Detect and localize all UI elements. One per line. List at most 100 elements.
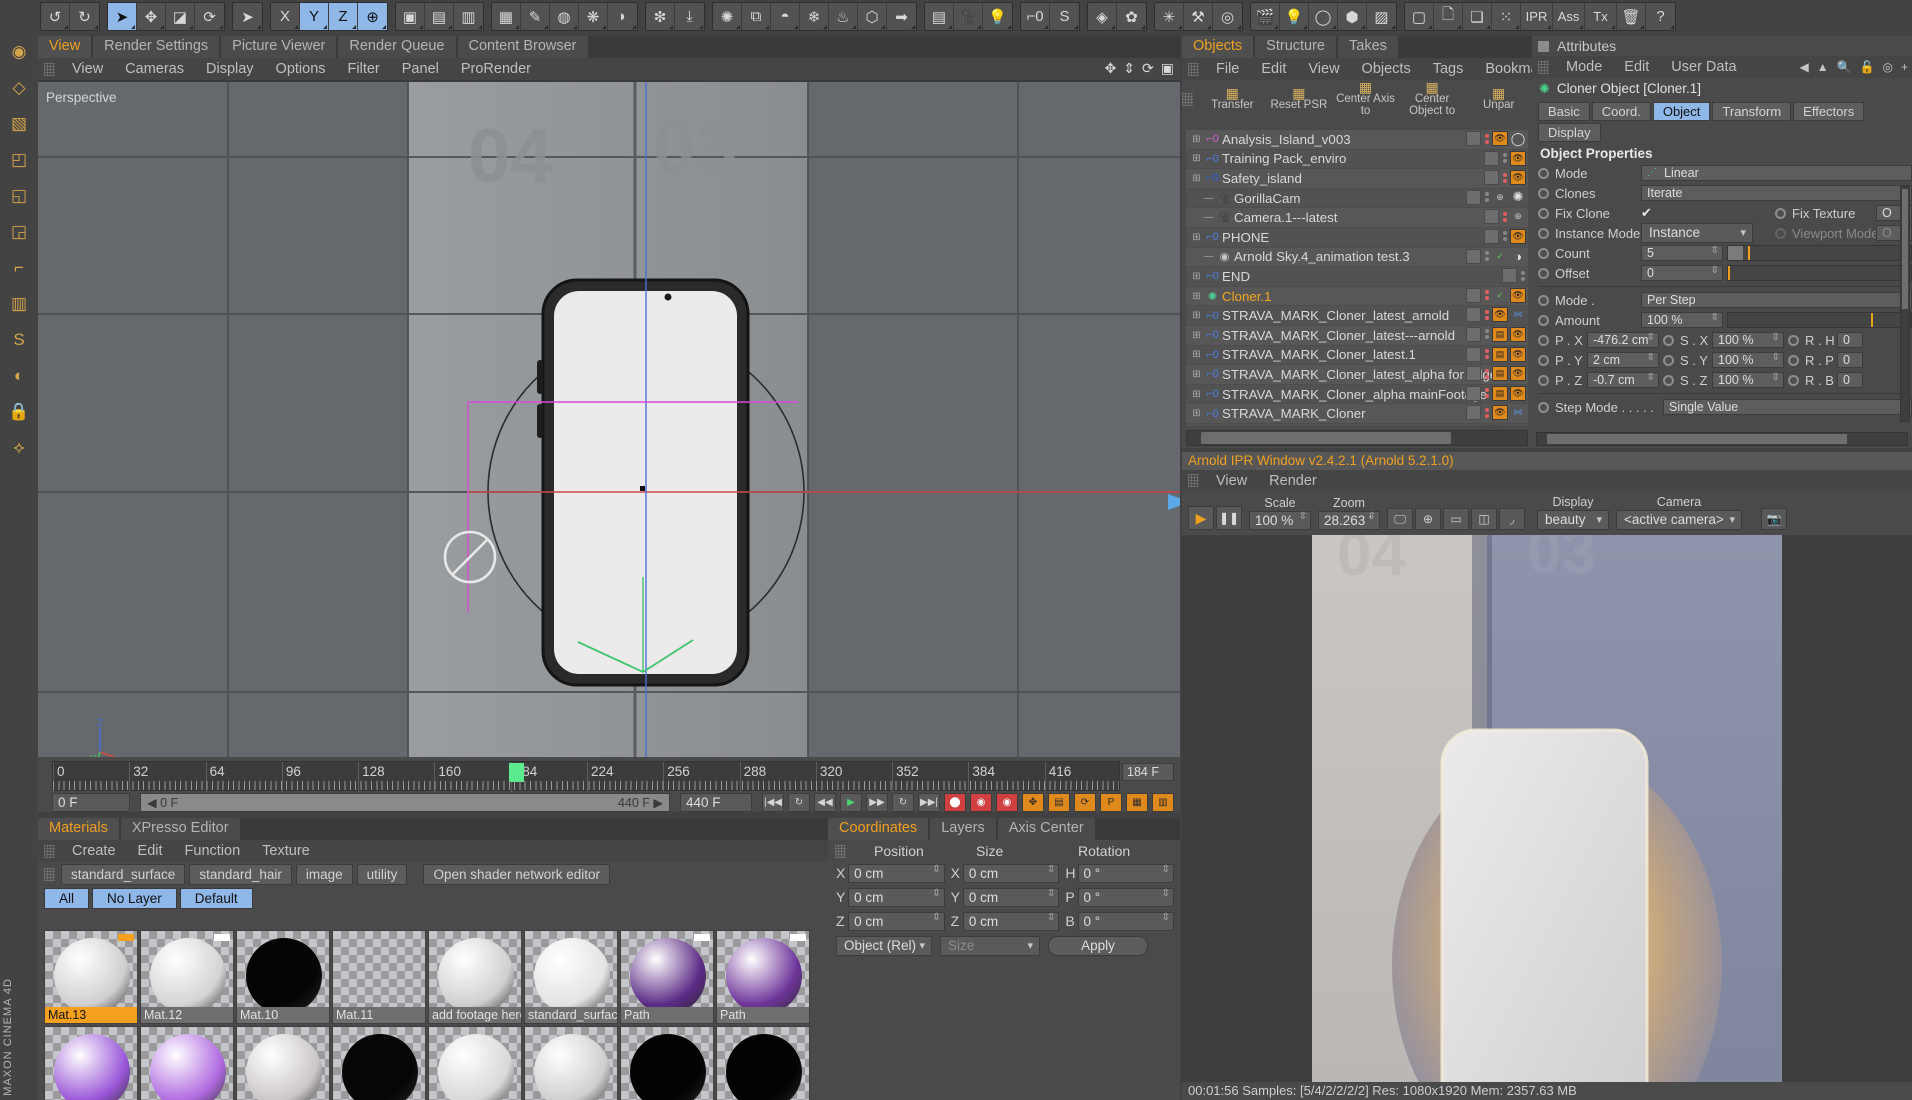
cloner-icon[interactable]: ✺ [713, 3, 742, 30]
object-tree-row[interactable]: — 🎥 Camera.1---latest ⊕ [1186, 208, 1528, 228]
tab-materials[interactable]: Materials [38, 818, 119, 840]
tag-gear-icon[interactable]: ✺ [1510, 189, 1526, 205]
step-mode-field[interactable]: Single Value [1663, 399, 1912, 415]
tab-takes[interactable]: Takes [1338, 36, 1398, 58]
object-visibility-dots[interactable] [1501, 209, 1508, 224]
dynamics-icon[interactable]: ⚒ [1184, 3, 1213, 30]
slider-offset[interactable] [1727, 265, 1912, 281]
spinner-icon[interactable]: ⇳ [1647, 333, 1655, 343]
material-cell[interactable]: standard_surface [524, 930, 618, 1024]
object-visibility-dots[interactable] [1483, 131, 1490, 146]
go-to-start-icon[interactable]: |◀◀ [762, 793, 784, 812]
render-visibility-dot[interactable] [1502, 217, 1507, 222]
viewport-menu-panel[interactable]: Panel [391, 61, 450, 77]
spinner-icon[interactable]: ⇳ [1047, 912, 1055, 922]
panel-grip[interactable] [44, 62, 55, 76]
tree-branch-icon[interactable]: — [1202, 251, 1215, 262]
editor-visibility-dot[interactable] [1484, 368, 1489, 373]
arnold-sky-icon[interactable]: ◯ [1309, 3, 1338, 30]
object-layer-box[interactable] [1466, 326, 1481, 342]
panel-grip[interactable] [1538, 60, 1549, 74]
shader-button-image[interactable]: image [295, 863, 353, 885]
expand-toggle-icon[interactable]: ⊞ [1190, 173, 1203, 184]
spinner-icon[interactable]: ⇳ [932, 864, 940, 874]
objects-menu-file[interactable]: File [1205, 61, 1250, 77]
object-tree-row[interactable]: ⊞ ⌐0 Safety_island 👁 [1186, 169, 1528, 189]
slider-amount[interactable] [1727, 312, 1912, 328]
editor-visibility-dot[interactable] [1502, 172, 1507, 177]
enable-axis-icon[interactable]: ⟡ [2, 431, 36, 465]
arnold-sss-icon[interactable]: ▨ [1367, 3, 1396, 30]
compare-icon[interactable]: ◫ [1471, 508, 1497, 530]
ipr-menu-view[interactable]: View [1205, 473, 1258, 489]
tag-eye-icon[interactable]: 👁 [1510, 170, 1526, 186]
editor-visibility-dot[interactable] [1484, 290, 1489, 295]
redo-icon[interactable]: ↻ [70, 3, 99, 30]
render-visibility-dot[interactable] [1484, 374, 1489, 379]
tag-target-icon[interactable]: ⊕ [1510, 209, 1526, 224]
tab-structure[interactable]: Structure [1255, 36, 1337, 58]
step-forward-icon[interactable]: ▶▶ [866, 793, 888, 812]
scrollbar-thumb[interactable] [1201, 432, 1451, 444]
slider-count[interactable] [1727, 245, 1912, 261]
expand-toggle-icon[interactable]: ⊞ [1190, 232, 1203, 243]
render-visibility-dot[interactable] [1484, 315, 1489, 320]
arnold-light-icon[interactable]: 💡 [1280, 3, 1309, 30]
material-cell[interactable]: Path [716, 930, 810, 1024]
target-icon[interactable]: ◎ [1879, 60, 1897, 74]
tab-axis-center[interactable]: Axis Center [997, 818, 1095, 840]
substance-icon[interactable]: S [1050, 3, 1079, 30]
spinner-icon[interactable]: ⇳ [1647, 353, 1655, 363]
attributes-tab-basic[interactable]: Basic [1538, 102, 1590, 121]
object-tree-row[interactable]: ⊞ ⌐0 END [1186, 267, 1528, 287]
material-cell[interactable] [332, 1026, 426, 1100]
material-cell[interactable]: Mat.13 [44, 930, 138, 1024]
tag-eye-icon[interactable]: 👁 [1510, 385, 1526, 401]
object-visibility-dots[interactable] [1501, 151, 1508, 166]
autokey-icon[interactable]: ◉ [970, 793, 992, 812]
snap-icon[interactable]: S [2, 323, 36, 357]
material-cell[interactable] [140, 1026, 234, 1100]
coord-field-x-size[interactable]: 0 cm ⇳ [962, 863, 1060, 883]
panel-grip[interactable] [44, 844, 55, 858]
arnold-flush-icon[interactable]: 🗑 [1617, 3, 1646, 30]
deformer-icon[interactable]: ⬡ [858, 3, 887, 30]
object-tree-row[interactable]: ⊞ ⌐0 STRAVA_MARK_Cloner_latest---arnold ▤ 👁 [1186, 325, 1528, 346]
psr-field-rh[interactable]: 0 [1837, 332, 1863, 348]
objects-menu-objects[interactable]: Objects [1351, 61, 1422, 77]
scale-key-icon[interactable]: ▤ [1048, 793, 1070, 812]
tag-check-icon[interactable]: ✓ [1492, 249, 1508, 264]
object-tree-row[interactable]: ⊞ ⌐0 PHONE 👁 [1186, 227, 1528, 248]
ipr-display-select[interactable]: beauty [1537, 510, 1609, 530]
editor-visibility-dot[interactable] [1484, 251, 1489, 256]
attributes-tab-transform[interactable]: Transform [1712, 102, 1792, 121]
live-selection-tool-icon[interactable]: ◉ [2, 35, 36, 69]
mospline-icon[interactable]: ❄ [800, 3, 829, 30]
polygon-mode-icon[interactable]: ▧ [2, 107, 36, 141]
spinner-icon[interactable]: ⇳ [1647, 373, 1655, 383]
material-cell[interactable] [236, 1026, 330, 1100]
effector-light-icon[interactable]: ♨ [829, 3, 858, 30]
material-cell[interactable] [44, 1026, 138, 1100]
timeline-end-field[interactable]: 440 F [680, 793, 752, 812]
apply-button[interactable]: Apply [1048, 936, 1148, 956]
tag-eye-icon[interactable]: 👁 [1492, 307, 1508, 323]
spinner-icon[interactable]: ⇳ [1299, 512, 1307, 522]
arnold-tx-button[interactable]: Tx [1585, 3, 1617, 30]
shader-button-utility[interactable]: utility [356, 863, 408, 885]
render-visibility-dot[interactable] [1502, 159, 1507, 164]
arnold-render-image[interactable]: 04 03 [1182, 518, 1912, 1100]
bend-deformer-icon[interactable]: ◗ [608, 3, 637, 30]
tag-film-icon[interactable]: ▤ [1492, 385, 1508, 401]
animate-dot-icon[interactable] [1775, 207, 1786, 219]
tag-target-icon[interactable]: ⊕ [1492, 190, 1508, 205]
field-transform-mode[interactable]: Per Step [1641, 292, 1912, 308]
materials-menu-create[interactable]: Create [61, 843, 127, 859]
arnold-help-icon[interactable]: ? [1646, 3, 1675, 30]
object-visibility-dots[interactable] [1501, 170, 1508, 185]
animate-dot-icon[interactable] [1538, 334, 1549, 346]
psr-field-sx[interactable]: 100 % ⇳ [1712, 332, 1784, 348]
arnold-ass-button[interactable]: Ass [1553, 3, 1585, 30]
psr-field-sz[interactable]: 100 % ⇳ [1712, 372, 1784, 388]
arnold-file-icon[interactable]: 🗋 [1434, 3, 1463, 30]
